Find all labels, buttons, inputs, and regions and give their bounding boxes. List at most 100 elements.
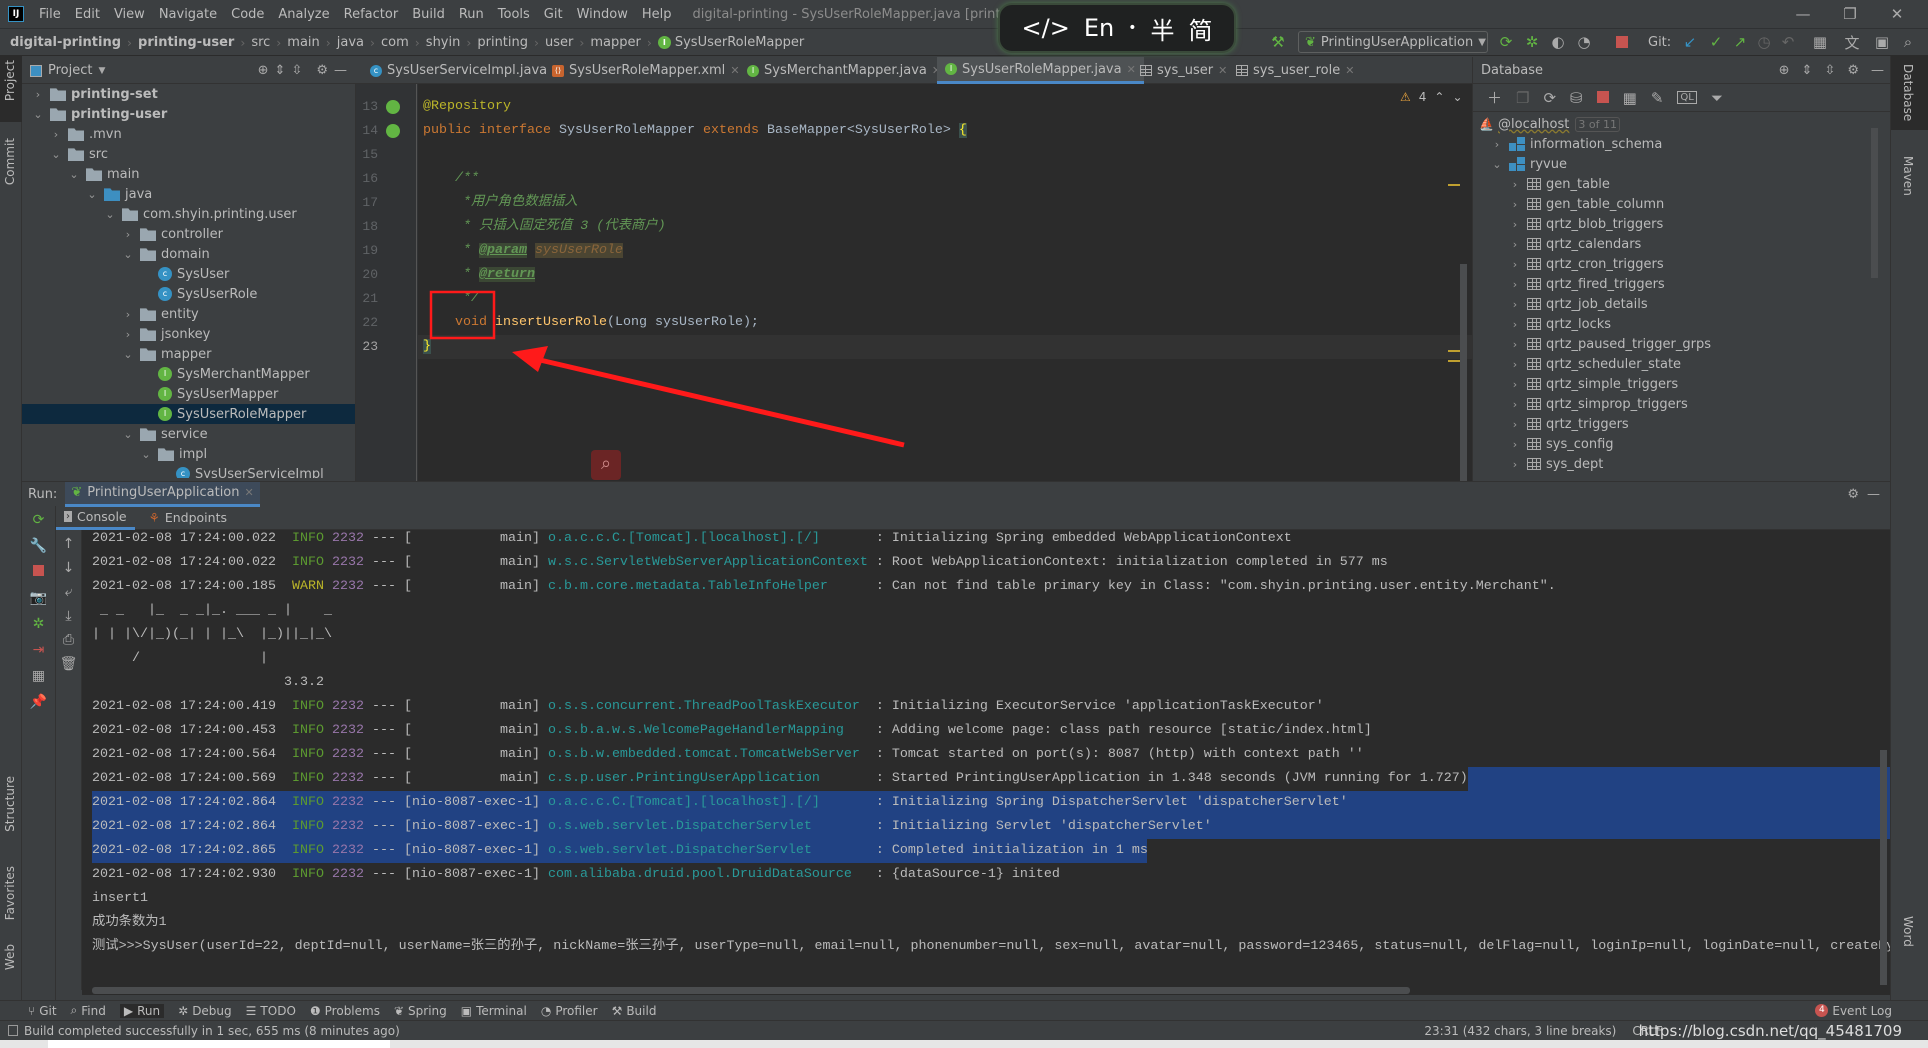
chevron-right-icon[interactable]: ›	[1509, 318, 1521, 331]
locate-icon[interactable]: ⊕	[1779, 63, 1790, 78]
tree-item[interactable]: ⌄ src	[22, 144, 355, 164]
restore-button[interactable]: ❐	[1827, 0, 1873, 28]
tree-item[interactable]: › gen_table_column	[1473, 194, 1890, 214]
chevron-right-icon[interactable]: ›	[50, 128, 62, 141]
code-line[interactable]: @Repository	[423, 95, 511, 119]
expand-all-icon[interactable]: ⇕	[275, 63, 286, 78]
editor-scrollbar[interactable]	[1460, 264, 1467, 481]
stop-icon[interactable]	[1612, 32, 1632, 52]
chevron-right-icon[interactable]: ›	[1509, 218, 1521, 231]
breadcrumb-item[interactable]: printing-user	[138, 35, 234, 50]
tree-item[interactable]: › sys_dept	[1473, 454, 1890, 474]
code-line[interactable]: */	[423, 287, 479, 311]
git-update-icon[interactable]: ↙	[1680, 32, 1700, 52]
chevron-down-icon[interactable]: ⌄	[1491, 158, 1503, 171]
tree-item[interactable]: › gen_table	[1473, 174, 1890, 194]
gear-icon[interactable]: ⚙	[1847, 487, 1859, 502]
stop-icon[interactable]	[22, 564, 55, 580]
code-line[interactable]: * 只插入固定死值 3 (代表商户)	[423, 215, 666, 239]
console-vertical-scrollbar[interactable]	[1880, 750, 1887, 985]
tree-item[interactable]: ⌄ ryvue	[1473, 154, 1890, 174]
chevron-down-icon[interactable]: ⌄	[1452, 90, 1462, 104]
maven-tool-button[interactable]: Maven	[1901, 156, 1915, 196]
tree-item[interactable]: › sys_config	[1473, 434, 1890, 454]
close-tab-icon[interactable]: ✕	[1345, 64, 1354, 77]
edit-icon[interactable]: ✎	[1651, 89, 1664, 107]
hide-icon[interactable]: —	[1867, 487, 1880, 502]
chevron-right-icon[interactable]: ›	[1509, 238, 1521, 251]
chevron-right-icon[interactable]: ›	[1509, 338, 1521, 351]
debug-tool-button[interactable]: ✲ Debug	[178, 1004, 232, 1018]
chevron-right-icon[interactable]: ›	[1509, 458, 1521, 471]
chevron-up-icon[interactable]: ⌃	[1434, 90, 1444, 104]
tree-item[interactable]: › qrtz_simple_triggers	[1473, 374, 1890, 394]
tab-console[interactable]: › Console	[56, 506, 135, 530]
tree-item[interactable]: › qrtz_scheduler_state	[1473, 354, 1890, 374]
arrow-up-icon[interactable]: ↑	[56, 536, 81, 552]
search-icon[interactable]: ⌕	[1898, 32, 1918, 52]
tab-endpoints[interactable]: ⚘ Endpoints	[141, 506, 235, 530]
project-structure-icon[interactable]: ▦	[1810, 32, 1830, 52]
chevron-right-icon[interactable]: ›	[32, 88, 44, 101]
hide-icon[interactable]: —	[334, 63, 347, 78]
project-view-selector[interactable]: Project	[48, 63, 92, 78]
scroll-to-end-icon[interactable]: ⤓	[56, 608, 81, 624]
breadcrumb-item[interactable]: SysUserRoleMapper	[675, 35, 804, 50]
tree-item[interactable]: I SysMerchantMapper	[22, 364, 355, 384]
code-line[interactable]: public interface SysUserRoleMapper exten…	[423, 119, 967, 143]
tree-item[interactable]: › printing-set	[22, 84, 355, 104]
chevron-down-icon[interactable]: ⌄	[122, 248, 134, 261]
menu-navigate[interactable]: Navigate	[152, 7, 224, 22]
console-output[interactable]: 2021-02-08 17:24:00.022 INFO 2232 --- [ …	[82, 530, 1890, 990]
tree-item[interactable]: › qrtz_fired_triggers	[1473, 274, 1890, 294]
menu-analyze[interactable]: Analyze	[271, 7, 336, 22]
git-push-icon[interactable]: ↗	[1730, 32, 1750, 52]
git-commit-icon[interactable]: ✓	[1706, 32, 1726, 52]
menu-help[interactable]: Help	[635, 7, 679, 22]
arrow-down-icon[interactable]: ↓	[56, 560, 81, 576]
tree-item[interactable]: › qrtz_calendars	[1473, 234, 1890, 254]
error-stripe-mark[interactable]	[1448, 184, 1460, 186]
tree-item[interactable]: › qrtz_paused_trigger_grps	[1473, 334, 1890, 354]
tree-item[interactable]: ⌄ impl	[22, 444, 355, 464]
chevron-right-icon[interactable]: ›	[1509, 418, 1521, 431]
database-scrollbar[interactable]	[1871, 128, 1878, 278]
chevron-right-icon[interactable]: ›	[1509, 178, 1521, 191]
breadcrumb-item[interactable]: main	[287, 35, 319, 50]
chevron-down-icon[interactable]: ⌄	[140, 448, 152, 461]
tree-item[interactable]: ⌄ service	[22, 424, 355, 444]
tree-item[interactable]: › qrtz_blob_triggers	[1473, 214, 1890, 234]
problems-tool-button[interactable]: ❶ Problems	[310, 1004, 380, 1018]
chevron-right-icon[interactable]: ›	[122, 308, 134, 321]
filter-icon[interactable]: ⏷	[1711, 89, 1723, 107]
git-tool-button[interactable]: ⑂ Git	[28, 1004, 57, 1018]
terminal-tool-button[interactable]: ▣ Terminal	[461, 1004, 527, 1018]
chevron-right-icon[interactable]: ›	[122, 328, 134, 341]
tree-item[interactable]: c SysUserServiceImpl	[22, 464, 355, 478]
menu-file[interactable]: File	[32, 7, 68, 22]
modify-config-icon[interactable]: 🔧	[22, 538, 55, 554]
collapse-all-icon[interactable]: ⇳	[291, 63, 302, 78]
chevron-down-icon[interactable]: ⌄	[86, 188, 98, 201]
tree-item[interactable]: › qrtz_simprop_triggers	[1473, 394, 1890, 414]
menu-view[interactable]: View	[107, 7, 152, 22]
print-icon[interactable]: ⎙	[56, 632, 81, 648]
error-stripe-mark[interactable]	[1448, 350, 1460, 352]
tab-sys-user[interactable]: sys_user ✕	[1132, 57, 1235, 84]
menu-window[interactable]: Window	[570, 7, 635, 22]
dump-threads-icon[interactable]: 📷	[22, 590, 55, 606]
commit-tool-button[interactable]: Commit	[3, 138, 17, 185]
git-history-icon[interactable]: ◷	[1754, 32, 1774, 52]
profile-icon[interactable]: ◔	[1574, 32, 1594, 52]
tree-item[interactable]: c SysUser	[22, 264, 355, 284]
database-host[interactable]: ⛵ @localhost 3 of 11	[1473, 114, 1890, 134]
debug-icon[interactable]: ✲	[22, 616, 55, 632]
structure-tool-button[interactable]: Structure	[3, 776, 17, 832]
scrollbar-thumb[interactable]	[92, 987, 1410, 994]
error-stripe-mark[interactable]	[1448, 360, 1460, 362]
breadcrumb-item[interactable]: src	[251, 35, 270, 50]
pin-icon[interactable]: 📌	[22, 694, 55, 710]
tree-item[interactable]: ⌄ printing-user	[22, 104, 355, 124]
exit-icon[interactable]: ⇥	[22, 642, 55, 658]
chevron-right-icon[interactable]: ›	[1509, 358, 1521, 371]
